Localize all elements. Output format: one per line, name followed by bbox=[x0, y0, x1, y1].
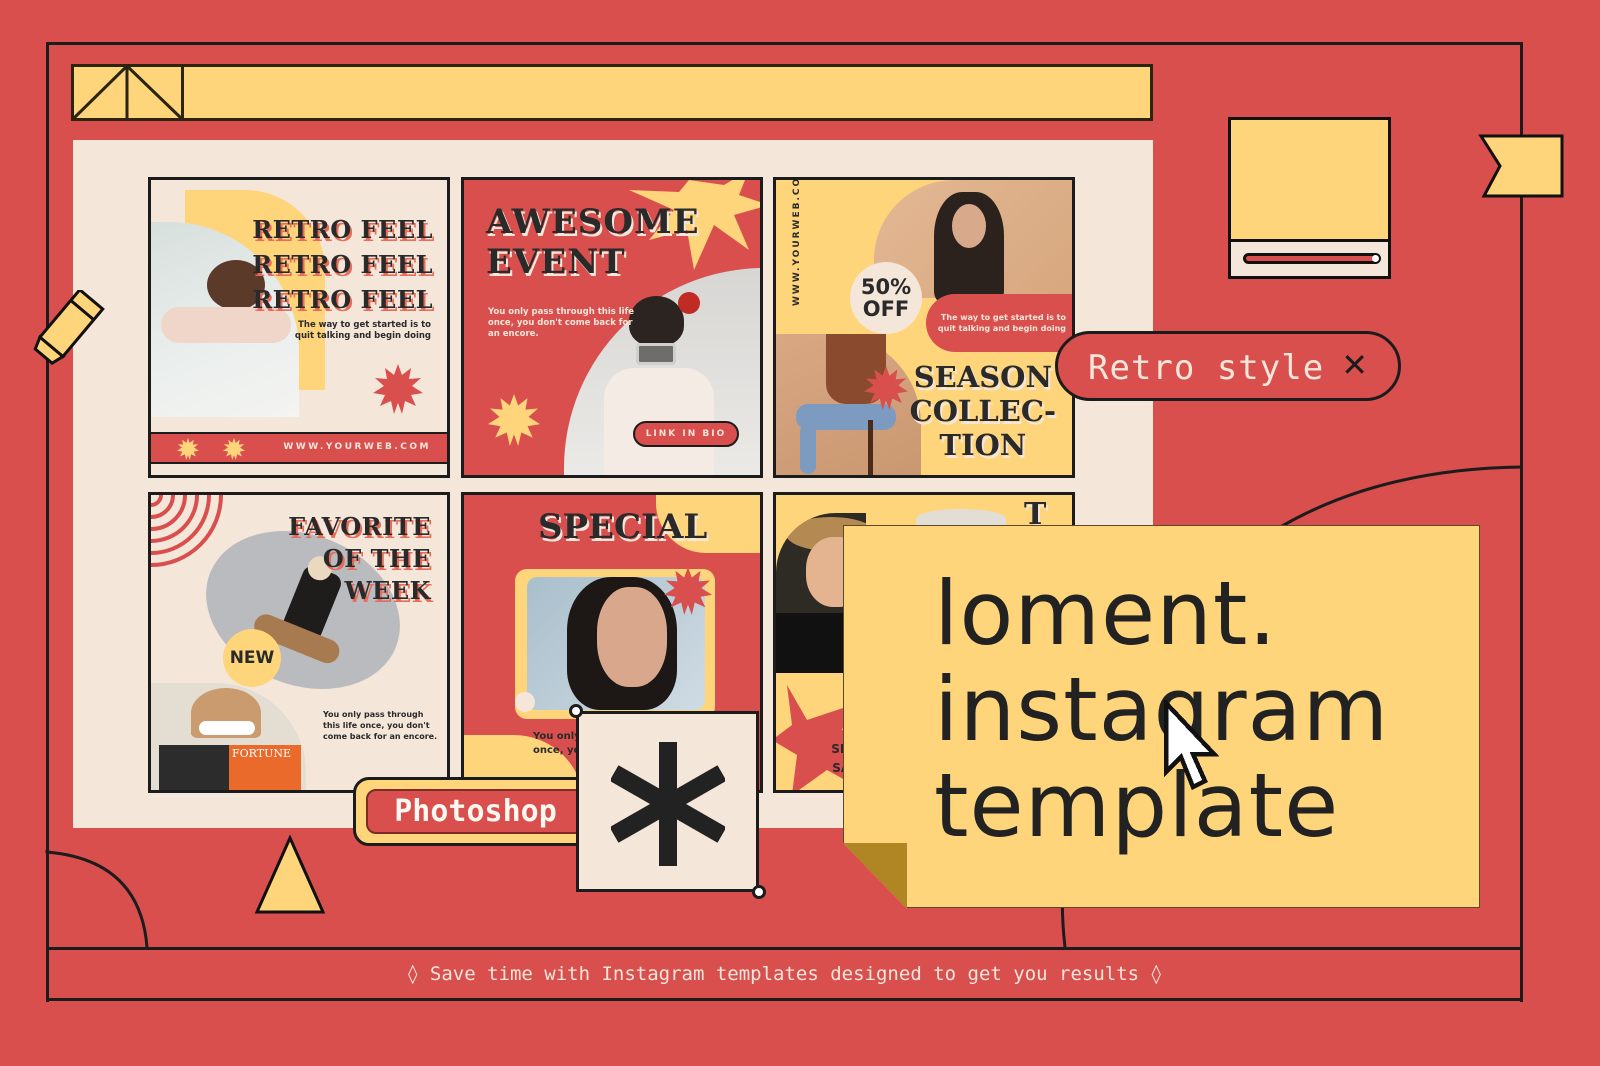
tagline: The way to get started is to quit talkin… bbox=[937, 313, 1066, 333]
footer-banner: ◊ Save time with Instagram templates des… bbox=[46, 947, 1523, 1001]
url-text[interactable]: WWW.YOURWEB.COM bbox=[283, 442, 431, 452]
sun-icon bbox=[223, 438, 245, 460]
tagline: The way to get started is to quit talkin… bbox=[294, 320, 431, 341]
headline: SPECIAL bbox=[538, 507, 708, 547]
headline: SEASON COLLEC- TION bbox=[909, 360, 1056, 462]
concentric-arcs-icon bbox=[151, 495, 223, 567]
window-widget bbox=[1228, 117, 1391, 279]
template-card-season-collection[interactable]: The way to get started is to quit talkin… bbox=[773, 177, 1075, 478]
discount-badge: 50% OFF bbox=[850, 262, 922, 334]
resize-handle-top-left[interactable] bbox=[569, 704, 583, 718]
asterisk-box[interactable] bbox=[569, 704, 766, 899]
pencil-icon[interactable] bbox=[28, 290, 110, 368]
template-card-awesome-event[interactable]: AWESOME EVENT You only pass through this… bbox=[461, 177, 763, 478]
resize-handle-bottom-right[interactable] bbox=[752, 885, 766, 899]
new-badge: NEW bbox=[223, 629, 281, 687]
headline: RETRO FEEL RETRO FEEL RETRO FEEL bbox=[252, 215, 433, 314]
sun-icon bbox=[488, 394, 540, 446]
starburst-icon bbox=[373, 364, 423, 414]
corner-arc-left bbox=[45, 850, 149, 948]
tag-label: Retro style bbox=[1088, 348, 1325, 388]
retro-style-tag[interactable]: Retro style ✕ bbox=[1055, 331, 1401, 401]
title-text: loment. instagram template bbox=[934, 562, 1390, 857]
progress-slider[interactable] bbox=[1243, 253, 1381, 264]
photoshop-label: Photoshop bbox=[366, 789, 585, 834]
asterisk-icon bbox=[611, 742, 725, 866]
close-icon[interactable]: ✕ bbox=[1341, 346, 1368, 384]
photoshop-button[interactable]: Photoshop bbox=[353, 777, 598, 846]
starburst-icon bbox=[664, 567, 712, 615]
url-bar: WWW.YOURWEB.COM bbox=[151, 432, 447, 464]
folded-corner bbox=[843, 843, 907, 909]
starburst-icon bbox=[864, 366, 908, 410]
footer-text: ◊ Save time with Instagram templates des… bbox=[407, 963, 1162, 985]
slider-knob[interactable] bbox=[1372, 255, 1379, 262]
sun-icon bbox=[177, 438, 199, 460]
headline: FAVORITE OF THE WEEK bbox=[288, 512, 431, 605]
top-bar bbox=[71, 64, 1153, 121]
triangle-icon bbox=[254, 835, 326, 914]
headline: AWESOME EVENT bbox=[486, 202, 700, 282]
title-card: loment. instagram template bbox=[843, 525, 1480, 908]
vertical-url: WWW.YOURWEB.COM bbox=[792, 177, 802, 306]
photo-woman-magazine: FORTUNE bbox=[151, 683, 306, 790]
tagline: You only once, yo bbox=[533, 731, 581, 756]
ribbon-flag-icon bbox=[1478, 134, 1564, 198]
template-card-retro-feel[interactable]: RETRO FEEL RETRO FEEL RETRO FEEL The way… bbox=[148, 177, 450, 478]
link-in-bio-button[interactable]: LINK IN BIO bbox=[633, 421, 739, 447]
template-card-favorite-week[interactable]: FAVORITE OF THE WEEK NEW FORTUNE You onl… bbox=[148, 492, 450, 793]
triangle-logo-icon bbox=[71, 64, 184, 121]
mouse-cursor-icon bbox=[1163, 700, 1220, 791]
tagline: You only pass through this life once, yo… bbox=[323, 710, 438, 741]
tagline: You only pass through this life once, yo… bbox=[488, 307, 635, 339]
